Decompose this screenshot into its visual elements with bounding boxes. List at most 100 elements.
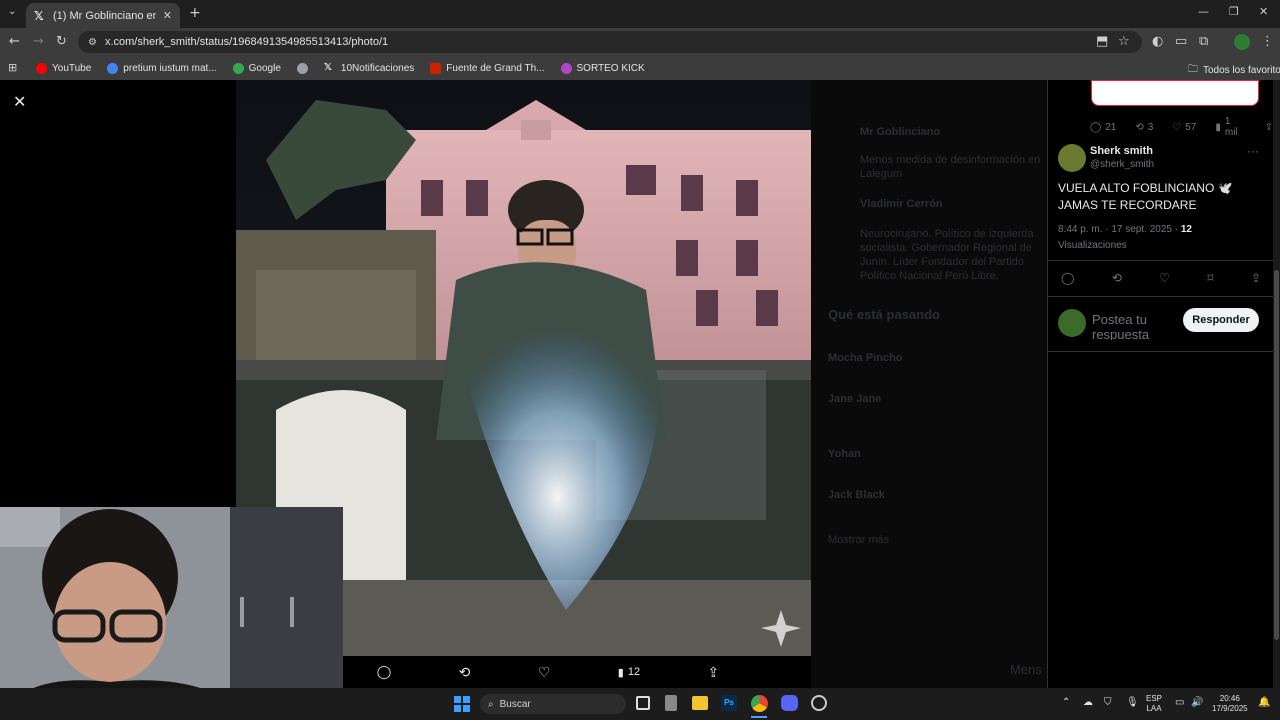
bookmark-globe[interactable] xyxy=(296,62,308,74)
reply-icon[interactable]: ◯ xyxy=(377,664,392,680)
browser-tab[interactable]: 𝕏 (1) Mr Goblinciano en X: "Este c ✕ xyxy=(26,3,180,28)
clock[interactable]: 20:46 17/9/2025 xyxy=(1212,694,1248,714)
reply-icon: ◯ xyxy=(1090,121,1102,133)
all-bookmarks[interactable]: 🗀 Todos los favoritos xyxy=(1188,62,1280,79)
kick-icon xyxy=(560,62,572,74)
heart-icon[interactable]: ♡ xyxy=(538,664,551,681)
user-avatar xyxy=(1058,309,1086,337)
author-name[interactable]: Sherk smith xyxy=(1090,145,1153,157)
bookmark-youtube[interactable]: YouTube xyxy=(36,62,91,74)
reload-icon[interactable]: ↻ xyxy=(56,34,67,49)
retweet-icon[interactable]: ⟲ xyxy=(1112,271,1122,285)
reply-button[interactable]: Responder xyxy=(1183,308,1259,332)
close-tab-icon[interactable]: ✕ xyxy=(163,9,172,22)
dim-item: Yohan xyxy=(828,448,861,460)
dim-item: socialista. Gobernador Regional de xyxy=(860,242,1032,254)
tweet-text-line2: JAMAS TE RECORDARE xyxy=(1058,198,1197,212)
menu-icon[interactable]: ⋮ xyxy=(1261,34,1274,49)
task-view-icon[interactable] xyxy=(636,696,650,710)
restore-icon[interactable]: ❐ xyxy=(1229,5,1239,18)
divider xyxy=(1048,296,1273,297)
bookmark-gta[interactable]: Fuente de Grand Th... xyxy=(430,62,545,74)
heart-icon[interactable]: ♡ xyxy=(1159,271,1170,285)
quoted-card[interactable] xyxy=(1091,80,1259,106)
extensions-puzzle-icon[interactable]: ⧉ xyxy=(1199,34,1208,49)
youtube-icon xyxy=(36,62,47,74)
new-tab-icon[interactable]: + xyxy=(189,5,201,21)
tab-search-icon[interactable]: ⌄ xyxy=(8,6,16,17)
dim-item: Jane Jane xyxy=(828,393,882,405)
google-icon xyxy=(107,62,119,74)
bookmark-google[interactable]: Google xyxy=(232,62,281,74)
onedrive-icon[interactable]: ☁ xyxy=(1083,698,1093,708)
scrollbar-thumb[interactable] xyxy=(1274,270,1279,640)
file-explorer-icon[interactable] xyxy=(692,696,708,710)
dim-item: Mocha Pincho xyxy=(828,352,903,364)
discord-icon[interactable] xyxy=(781,695,798,711)
minimize-icon[interactable]: — xyxy=(1198,5,1209,18)
views-stat[interactable]: ▮ 1 mil xyxy=(1215,116,1245,138)
fuente-icon xyxy=(430,62,442,74)
author-handle[interactable]: @sherk_smith xyxy=(1090,159,1154,170)
views-button[interactable]: ▮ 12 xyxy=(618,666,640,679)
bookmark-icon[interactable]: ⌑ xyxy=(1207,271,1213,285)
dim-item: Mostrar más xyxy=(828,534,890,546)
share-icon[interactable]: ⇪ xyxy=(1251,271,1261,285)
bookmark-star-icon[interactable]: ☆ xyxy=(1118,34,1130,49)
tweet-side-panel: ◯ 21 ⟲ 3 ♡ 57 ▮ 1 mil ⇪ Sherk smith @sherk_s… xyxy=(1047,80,1273,688)
notifications-icon[interactable]: 🔔 xyxy=(1258,698,1270,708)
media-icon[interactable]: ▭ xyxy=(1175,34,1187,49)
reply-icon[interactable]: ◯ xyxy=(1061,271,1074,285)
app-icon[interactable] xyxy=(811,695,827,711)
search-icon: ⌕ xyxy=(488,698,494,710)
start-button[interactable] xyxy=(454,696,470,712)
views-label: Visualizaciones xyxy=(1058,240,1127,251)
author-avatar[interactable] xyxy=(1058,144,1086,172)
apps-grid-icon[interactable]: ⊞ xyxy=(8,61,17,74)
dim-item: Qué está pasando xyxy=(828,307,940,322)
dim-item: Mens xyxy=(1010,662,1042,677)
views-count: 12 xyxy=(1180,224,1192,235)
close-viewer-icon[interactable]: ✕ xyxy=(13,92,26,111)
shield-icon[interactable]: ⛉ xyxy=(1104,698,1112,708)
dim-item: Político Nacional Perú Libre. xyxy=(860,270,999,282)
chart-icon: ▮ xyxy=(617,666,624,679)
google-icon xyxy=(232,62,244,74)
taskbar-search[interactable]: ⌕ Buscar xyxy=(480,694,626,714)
profile-avatar[interactable] xyxy=(1234,34,1250,50)
photoshop-icon[interactable]: Ps xyxy=(721,695,737,711)
site-info-icon[interactable]: ⚙ xyxy=(88,37,97,48)
retweet-icon: ⟲ xyxy=(1135,121,1144,133)
language-indicator[interactable]: ESP LAA xyxy=(1146,694,1162,714)
volume-icon[interactable]: 🔊 xyxy=(1191,698,1203,708)
chrome-icon[interactable] xyxy=(751,695,768,712)
reply-input[interactable]: Postea tu respuesta xyxy=(1092,312,1172,340)
retweet-icon[interactable]: ⟲ xyxy=(459,664,471,681)
microphone-icon[interactable]: 🎙 xyxy=(1126,698,1139,708)
app-icon[interactable] xyxy=(665,695,677,711)
install-app-icon[interactable]: ⬒ xyxy=(1096,34,1108,49)
dim-item: Neurocirujano. Político de izquierda xyxy=(860,228,1034,240)
bookmark-sorteo-kick[interactable]: SORTEO KICK xyxy=(560,62,645,74)
tray-chevron-icon[interactable]: ⌃ xyxy=(1062,698,1070,708)
network-icon[interactable]: ▭ xyxy=(1175,698,1184,708)
retweet-stat[interactable]: ⟲ 3 xyxy=(1135,116,1153,138)
bookmark-notificaciones[interactable]: 𝕏 10Notificaciones xyxy=(324,62,414,74)
back-icon[interactable]: ← xyxy=(9,34,20,49)
x-logo-icon: 𝕏 xyxy=(34,8,44,23)
extension-icon[interactable]: ◐ xyxy=(1152,34,1163,49)
tab-title: (1) Mr Goblinciano en X: "Este c xyxy=(53,9,156,22)
address-bar[interactable]: ⚙ x.com/sherk_smith/status/1968491354985… xyxy=(78,31,1142,53)
forward-icon[interactable]: → xyxy=(33,34,44,49)
dim-item: Junín. Líder Fundador del Partido xyxy=(860,256,1024,268)
dim-item: Menos medida de desinformación en xyxy=(860,154,1041,166)
like-stat[interactable]: ♡ 57 xyxy=(1172,116,1196,138)
bookmark-pretium[interactable]: pretium iustum mat... xyxy=(107,62,217,74)
more-options-icon[interactable]: ··· xyxy=(1247,144,1259,158)
heart-icon: ♡ xyxy=(1172,121,1182,133)
share-icon[interactable]: ⇪ xyxy=(708,664,720,681)
share-stat[interactable]: ⇪ xyxy=(1265,116,1273,138)
reply-stat[interactable]: ◯ 21 xyxy=(1090,116,1116,138)
bookmarks-bar: ⊞ YouTube pretium iustum mat... Google 𝕏… xyxy=(0,56,1280,80)
window-close-icon[interactable]: ✕ xyxy=(1259,5,1268,18)
